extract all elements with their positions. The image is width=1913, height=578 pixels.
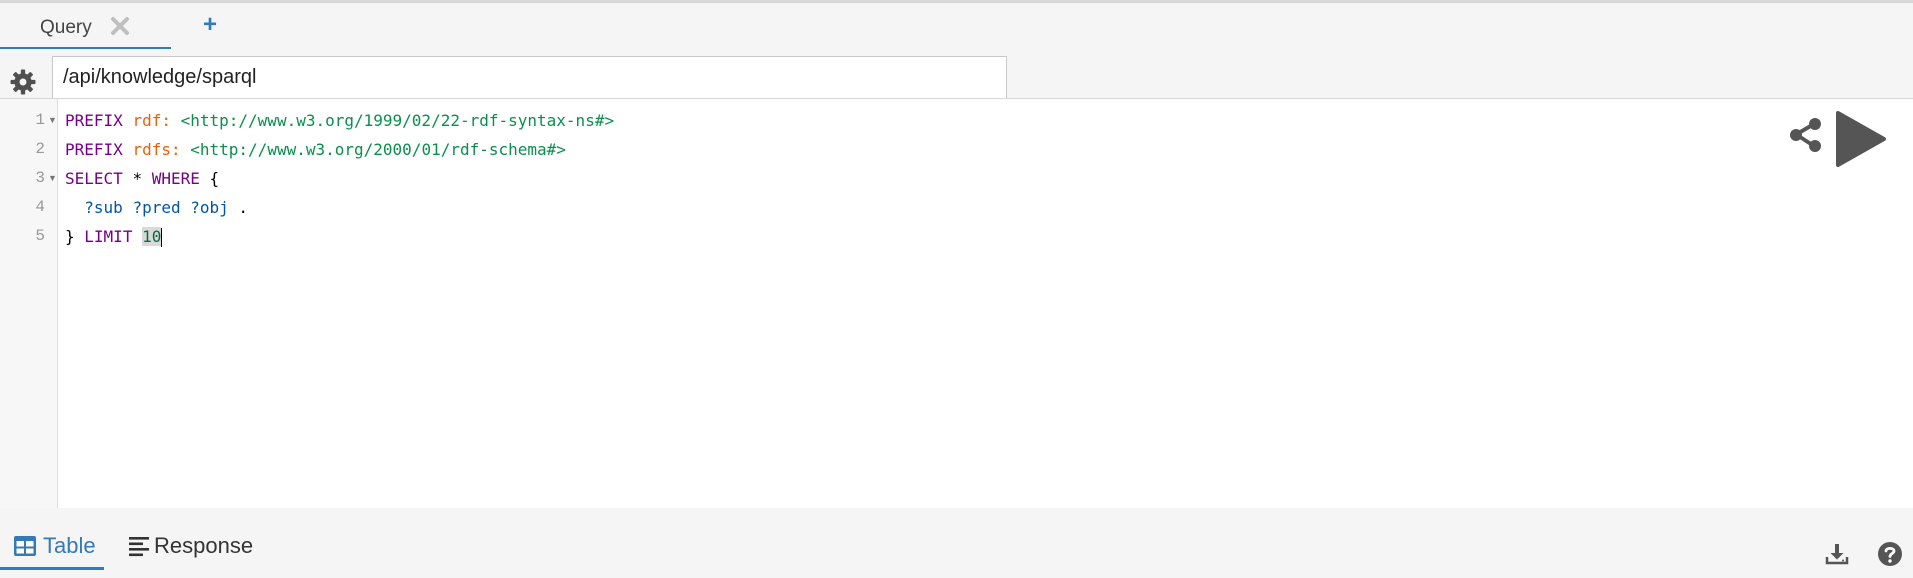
line-number-gutter: 1 ▼ 2 3 ▼ 4 5 [0,99,58,508]
add-tab-button[interactable]: + [199,12,221,38]
download-icon[interactable] [1825,542,1849,566]
variable: ?sub [84,198,123,217]
endpoint-url-input[interactable] [52,56,1007,98]
line-number: 3 [35,169,45,187]
close-icon[interactable] [108,14,132,38]
keyword: SELECT [65,169,123,188]
code-line: SELECT * WHERE { [65,164,614,193]
results-bar: Table Response [0,508,1913,578]
text-cursor [161,228,163,247]
code-line: ?sub ?pred ?obj . [65,193,614,222]
brace: } [65,227,75,246]
run-query-button[interactable] [1832,110,1888,168]
query-tab-bar: Query + [0,3,1913,50]
code-line: PREFIX rdfs: <http://www.w3.org/2000/01/… [65,135,614,164]
line-number: 5 [35,227,45,245]
number-literal: 10 [142,227,162,246]
tab-table[interactable]: Table [0,530,104,570]
line-number: 2 [35,140,45,158]
keyword: LIMIT [84,227,133,246]
code-line: PREFIX rdf: <http://www.w3.org/1999/02/2… [65,106,614,135]
gear-icon[interactable] [10,69,36,95]
variable: ?pred [132,198,181,217]
punctuation: . [238,198,249,217]
keyword: PREFIX [65,111,123,130]
align-left-icon [129,537,149,557]
keyword: WHERE [151,169,200,188]
prefix-name: rdf: [132,111,171,130]
tab-query[interactable]: Query [0,3,171,49]
prefix-name: rdfs: [132,140,181,159]
code-line: } LIMIT 10 [65,222,614,251]
keyword: PREFIX [65,140,123,159]
fold-arrow-icon[interactable]: ▼ [48,164,57,193]
tab-response-label: Response [154,533,254,558]
brace: { [209,169,220,188]
query-editor[interactable]: 1 ▼ 2 3 ▼ 4 5 PREFIX rdf: <http://www.w3… [0,98,1913,509]
iri: <http://www.w3.org/1999/02/22-rdf-syntax… [180,111,615,130]
tab-table-label: Table [43,533,96,558]
iri: <http://www.w3.org/2000/01/rdf-schema#> [190,140,566,159]
operator: * [132,169,143,188]
fold-arrow-icon[interactable]: ▼ [48,106,57,135]
help-icon[interactable] [1877,541,1903,567]
tab-query-label: Query [40,17,92,38]
tab-response[interactable]: Response [121,530,261,570]
table-icon [14,536,36,556]
line-number: 1 [35,111,45,129]
share-icon[interactable] [1788,117,1824,153]
code-area[interactable]: PREFIX rdf: <http://www.w3.org/1999/02/2… [65,106,614,251]
variable: ?obj [190,198,229,217]
line-number: 4 [35,198,45,216]
